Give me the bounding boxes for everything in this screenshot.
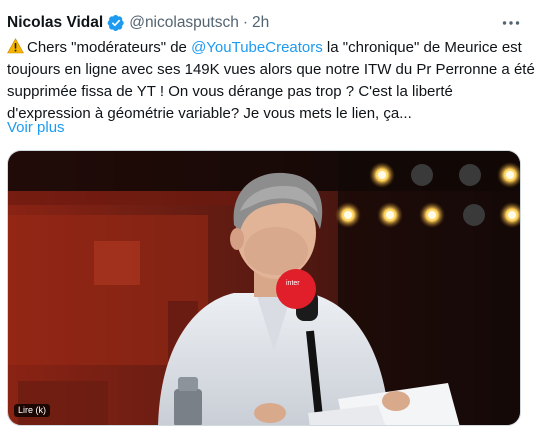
media-image: inter: [8, 151, 520, 425]
mention-youtubecreators[interactable]: @YouTubeCreators: [191, 39, 323, 56]
header-separator: ·: [242, 14, 249, 31]
tweet-media[interactable]: inter Lire (k): [7, 150, 521, 426]
tweet-text: Chers "modérateurs" de @YouTubeCreators …: [7, 37, 535, 125]
tweet[interactable]: Nicolas Vidal @nicolasputsch · 2h Chers …: [0, 0, 542, 440]
media-tag: Lire (k): [14, 404, 51, 417]
mic-label: inter: [286, 280, 300, 287]
tweet-header: Nicolas Vidal @nicolasputsch · 2h: [7, 12, 269, 34]
show-more-link[interactable]: Voir plus: [7, 117, 65, 139]
tweet-text-part1: Chers "modérateurs" de: [27, 39, 192, 56]
more-icon[interactable]: [500, 14, 522, 32]
tweet-timestamp[interactable]: 2h: [252, 14, 269, 32]
verified-badge-icon[interactable]: [107, 14, 125, 32]
warning-icon: [7, 38, 24, 54]
author-handle[interactable]: @nicolasputsch: [129, 14, 239, 32]
author-display-name[interactable]: Nicolas Vidal: [7, 14, 103, 32]
